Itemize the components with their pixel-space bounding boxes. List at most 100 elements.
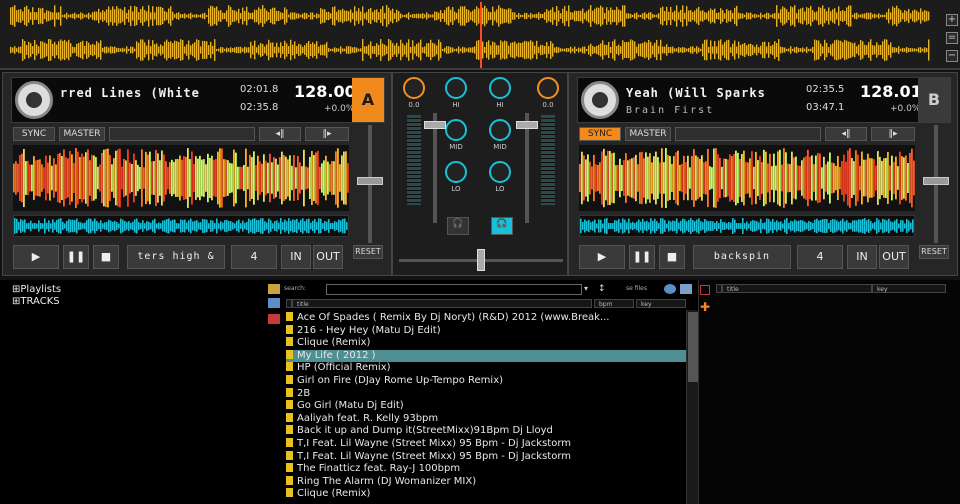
deck-a-nudge-back-icon[interactable]: ◂‖ <box>259 127 301 141</box>
search-input[interactable] <box>326 284 582 295</box>
headphone-a-icon[interactable]: 🎧 <box>447 217 469 235</box>
scrollbar[interactable] <box>686 310 698 504</box>
search-files-icon[interactable] <box>664 284 676 294</box>
view-icon[interactable] <box>680 284 692 294</box>
track-row[interactable]: Clique (Remix) <box>286 337 686 350</box>
delete-icon[interactable] <box>268 314 280 324</box>
sidelist-clear-icon[interactable] <box>700 285 710 295</box>
scrollbar-thumb[interactable] <box>688 312 698 382</box>
deck-b-fx-slot[interactable] <box>675 127 821 141</box>
deck-b-play-button[interactable]: ▶ <box>579 245 625 269</box>
tree-item-playlists[interactable]: ⊞Playlists <box>12 284 61 295</box>
deck-b-reset-button[interactable]: RESET <box>919 245 949 259</box>
playlist-icon[interactable] <box>268 298 280 308</box>
deck-a-fx-slot[interactable] <box>109 127 255 141</box>
deck-a-sync-button[interactable]: SYNC <box>13 127 55 141</box>
key-column-header[interactable]: key <box>636 299 686 308</box>
bpm-column-header[interactable]: bpm <box>594 299 634 308</box>
deck-a-mini-waveform[interactable] <box>13 215 349 237</box>
deck-a-loop-out-button[interactable]: OUT <box>313 245 343 269</box>
deck-b-mini-waveform[interactable] <box>579 215 915 237</box>
sidelist-add-icon[interactable]: ✚ <box>700 301 710 313</box>
deck-a-nudge-fwd-icon[interactable]: ‖▸ <box>305 127 349 141</box>
deck-a-master-button[interactable]: MASTER <box>59 127 105 141</box>
volume-a-track <box>433 113 437 223</box>
search-files-label: se files <box>626 285 647 292</box>
deck-a-info: rred Lines (White 02:01.8 02:35.8 128.00… <box>11 77 385 123</box>
overview-waveform-svg[interactable] <box>10 2 946 68</box>
track-row[interactable]: Clique (Remix) <box>286 488 686 501</box>
deck-b-nudge-back-icon[interactable]: ◂‖ <box>825 127 867 141</box>
deck-b-pause-button[interactable]: ❚❚ <box>629 245 655 269</box>
volume-b-fader[interactable] <box>516 121 538 129</box>
track-row[interactable]: Back it up and Dump it(StreetMixx)91Bpm … <box>286 425 686 438</box>
overview-waveforms[interactable]: + = − <box>0 0 960 70</box>
track-row[interactable]: My Life ( 2012 ) <box>286 349 686 363</box>
zoom-in-icon[interactable]: + <box>946 14 958 26</box>
track-row[interactable]: T,I Feat. Lil Wayne (Street Mixx) 95 Bpm… <box>286 438 686 451</box>
tree-item-tracks[interactable]: ⊞TRACKS <box>12 296 60 307</box>
eq-lo-a-knob[interactable] <box>445 161 467 183</box>
sort-icon[interactable]: ↕ <box>598 284 608 294</box>
gain-a-knob[interactable] <box>403 77 425 99</box>
eq-mid-a-knob[interactable] <box>445 119 467 141</box>
track-row[interactable]: T,I Feat. Lil Wayne (Street Mixx) 95 Bpm… <box>286 450 686 464</box>
deck-b-loop-out-button[interactable]: OUT <box>879 245 909 269</box>
deck-b-pitch-slider[interactable] <box>921 125 951 251</box>
eq-hi-a-knob[interactable] <box>445 77 467 99</box>
eq-lo-b-knob[interactable] <box>489 161 511 183</box>
track-title: Ring The Alarm (DJ Womanizer MIX) <box>297 475 477 487</box>
gain-a-value: 0.0 <box>408 101 420 109</box>
track-row[interactable]: The Finatticz feat. Ray-J 100bpm <box>286 463 686 476</box>
track-list[interactable]: Ace Of Spades ( Remix By Dj Noryt) (R&D)… <box>286 312 686 504</box>
deck-a-waveform[interactable] <box>13 145 349 211</box>
vu-meter-a <box>407 115 421 205</box>
title-column-header[interactable]: title <box>292 299 592 308</box>
deck-a-loop-in-button[interactable]: IN <box>281 245 311 269</box>
deck-b-master-button[interactable]: MASTER <box>625 127 671 141</box>
deck-b-info: Yeah (Will Sparks Brain First 02:35.5 03… <box>577 77 951 123</box>
deck-b-loop-length[interactable]: 4 <box>797 245 843 269</box>
deck-a-pitch-slider[interactable] <box>355 125 385 251</box>
deck-a-stop-button[interactable]: ■ <box>93 245 119 269</box>
track-row[interactable]: Go Girl (Matu Dj Edit) <box>286 400 686 413</box>
deck-a-pause-button[interactable]: ❚❚ <box>63 245 89 269</box>
track-row[interactable]: Aaliyah feat. R. Kelly 93bpm <box>286 412 686 426</box>
vu-meter-b <box>541 115 555 205</box>
track-row[interactable]: Ace Of Spades ( Remix By Dj Noryt) (R&D)… <box>286 312 686 325</box>
zoom-fit-icon[interactable]: = <box>946 32 958 44</box>
deck-a-reset-button[interactable]: RESET <box>353 245 383 259</box>
track-row[interactable]: 2B <box>286 387 686 401</box>
track-row[interactable]: Girl on Fire (DJay Rome Up-Tempo Remix) <box>286 375 686 388</box>
deck-a-pitch: +0.0% <box>324 104 355 114</box>
deck-a-play-button[interactable]: ▶ <box>13 245 59 269</box>
eq-hi-b-knob[interactable] <box>489 77 511 99</box>
volume-a-fader[interactable] <box>424 121 446 129</box>
track-file-icon <box>286 450 293 460</box>
deck-b-loop-in-button[interactable]: IN <box>847 245 877 269</box>
track-row[interactable]: HP (Official Remix) <box>286 362 686 375</box>
deck-b-waveform[interactable] <box>579 145 915 211</box>
deck-b-stop-button[interactable]: ■ <box>659 245 685 269</box>
track-row[interactable]: Ring The Alarm (DJ Womanizer MIX) <box>286 475 686 489</box>
track-title: My Life ( 2012 ) <box>297 349 376 361</box>
sidelist-key-header[interactable]: key <box>872 284 946 293</box>
track-row[interactable]: 216 - Hey Hey (Matu Dj Edit) <box>286 324 686 338</box>
deck-a-effect-select[interactable]: ters high & <box>127 245 225 269</box>
deck-a-loop-length[interactable]: 4 <box>231 245 277 269</box>
headphone-b-icon[interactable]: 🎧 <box>491 217 513 235</box>
track-file-icon <box>286 475 293 485</box>
gain-b-knob[interactable] <box>537 77 559 99</box>
deck-a-remaining: 02:35.8 <box>240 102 279 113</box>
overview-playhead <box>480 2 482 68</box>
sidelist-title-header[interactable]: title <box>722 284 872 293</box>
search-options-icon[interactable]: ▾ <box>584 284 594 294</box>
deck-b-nudge-fwd-icon[interactable]: ‖▸ <box>871 127 915 141</box>
folder-icon[interactable] <box>268 284 280 294</box>
deck-b-sync-button[interactable]: SYNC <box>579 127 621 141</box>
track-file-icon <box>286 349 293 359</box>
eq-mid-b-knob[interactable] <box>489 119 511 141</box>
crossfader[interactable] <box>477 249 485 271</box>
zoom-out-icon[interactable]: − <box>946 50 958 62</box>
deck-b-effect-select[interactable]: backspin <box>693 245 791 269</box>
